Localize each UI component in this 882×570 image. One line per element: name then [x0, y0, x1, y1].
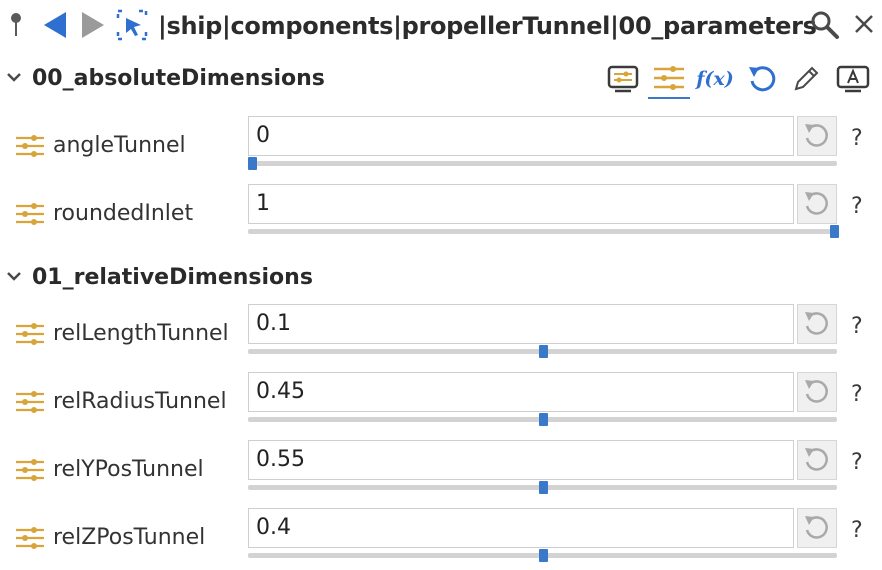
reset-value-button[interactable] — [797, 184, 837, 224]
function-label: f(x) — [696, 68, 734, 90]
help-icon[interactable]: ? — [851, 126, 863, 151]
reset-all-icon[interactable] — [744, 61, 780, 97]
reset-value-button[interactable] — [797, 372, 837, 412]
slider-handle[interactable] — [539, 481, 548, 494]
display-panel-icon[interactable] — [605, 61, 641, 97]
param-row-relRadiusTunnel: relRadiusTunnel 0.45 ? — [0, 372, 882, 434]
section-title: 01_relativeDimensions — [32, 265, 313, 290]
reset-icon — [805, 516, 828, 539]
param-value-input[interactable]: 0.45 — [248, 372, 794, 412]
param-row-roundedInlet: roundedInlet 1 ? — [0, 184, 882, 246]
close-icon[interactable] — [850, 10, 878, 38]
param-row-angleTunnel: angleTunnel 0 ? — [0, 116, 882, 178]
slider-param-icon — [16, 135, 44, 157]
param-row-relLengthTunnel: relLengthTunnel 0.1 ? — [0, 304, 882, 366]
reset-icon — [805, 448, 828, 471]
param-label: relYPosTunnel — [53, 457, 204, 482]
slider-param-icon — [16, 323, 44, 345]
reset-value-button[interactable] — [797, 304, 837, 344]
sliders-icon[interactable] — [648, 59, 690, 99]
section-header-absolute[interactable]: 00_absoluteDimensions f(x) — [0, 59, 882, 99]
param-label: angleTunnel — [53, 133, 186, 158]
param-row-relYPosTunnel: relYPosTunnel 0.55 ? — [0, 440, 882, 502]
help-icon[interactable]: ? — [851, 314, 863, 339]
back-arrow-icon[interactable] — [40, 8, 70, 42]
help-icon[interactable]: ? — [851, 518, 863, 543]
chevron-down-icon[interactable] — [4, 67, 24, 87]
pin-icon[interactable] — [6, 10, 26, 40]
section-header-relative[interactable]: 01_relativeDimensions — [0, 258, 882, 298]
param-label: roundedInlet — [53, 201, 194, 226]
search-icon[interactable] — [808, 8, 842, 42]
param-value-input[interactable]: 0.55 — [248, 440, 794, 480]
reset-icon — [805, 380, 828, 403]
section-title: 00_absoluteDimensions — [32, 66, 325, 91]
reset-value-button[interactable] — [797, 508, 837, 548]
help-icon[interactable]: ? — [851, 382, 863, 407]
help-icon[interactable]: ? — [851, 450, 863, 475]
reset-icon — [805, 312, 828, 335]
function-icon[interactable]: f(x) — [695, 63, 735, 95]
chevron-down-icon[interactable] — [4, 266, 24, 286]
reset-value-button[interactable] — [797, 116, 837, 156]
slider-param-icon — [16, 527, 44, 549]
param-value-input[interactable]: 0.4 — [248, 508, 794, 548]
slider-track[interactable] — [248, 161, 837, 166]
param-label: relZPosTunnel — [53, 525, 206, 550]
text-label-icon[interactable] — [834, 61, 872, 97]
param-value-input[interactable]: 0.1 — [248, 304, 794, 344]
breadcrumb-path: |ship|components|propellerTunnel|00_para… — [158, 12, 817, 40]
select-cursor-icon[interactable] — [114, 7, 150, 43]
reset-value-button[interactable] — [797, 440, 837, 480]
slider-param-icon — [16, 459, 44, 481]
slider-handle[interactable] — [248, 157, 257, 170]
slider-handle[interactable] — [539, 345, 548, 358]
slider-handle[interactable] — [830, 225, 839, 238]
reset-icon — [805, 124, 828, 147]
slider-handle[interactable] — [539, 413, 548, 426]
param-value-input[interactable]: 0 — [248, 116, 794, 156]
slider-track[interactable] — [248, 229, 837, 234]
param-label: relLengthTunnel — [53, 321, 229, 346]
slider-param-icon — [16, 203, 44, 225]
top-toolbar: |ship|components|propellerTunnel|00_para… — [0, 0, 882, 50]
forward-arrow-icon[interactable] — [78, 8, 108, 42]
slider-param-icon — [16, 391, 44, 413]
edit-pencil-icon[interactable] — [788, 61, 824, 97]
slider-handle[interactable] — [539, 549, 548, 562]
help-icon[interactable]: ? — [851, 194, 863, 219]
param-label: relRadiusTunnel — [53, 389, 227, 414]
param-value-input[interactable]: 1 — [248, 184, 794, 224]
param-row-relZPosTunnel: relZPosTunnel 0.4 ? — [0, 508, 882, 570]
reset-icon — [805, 192, 828, 215]
